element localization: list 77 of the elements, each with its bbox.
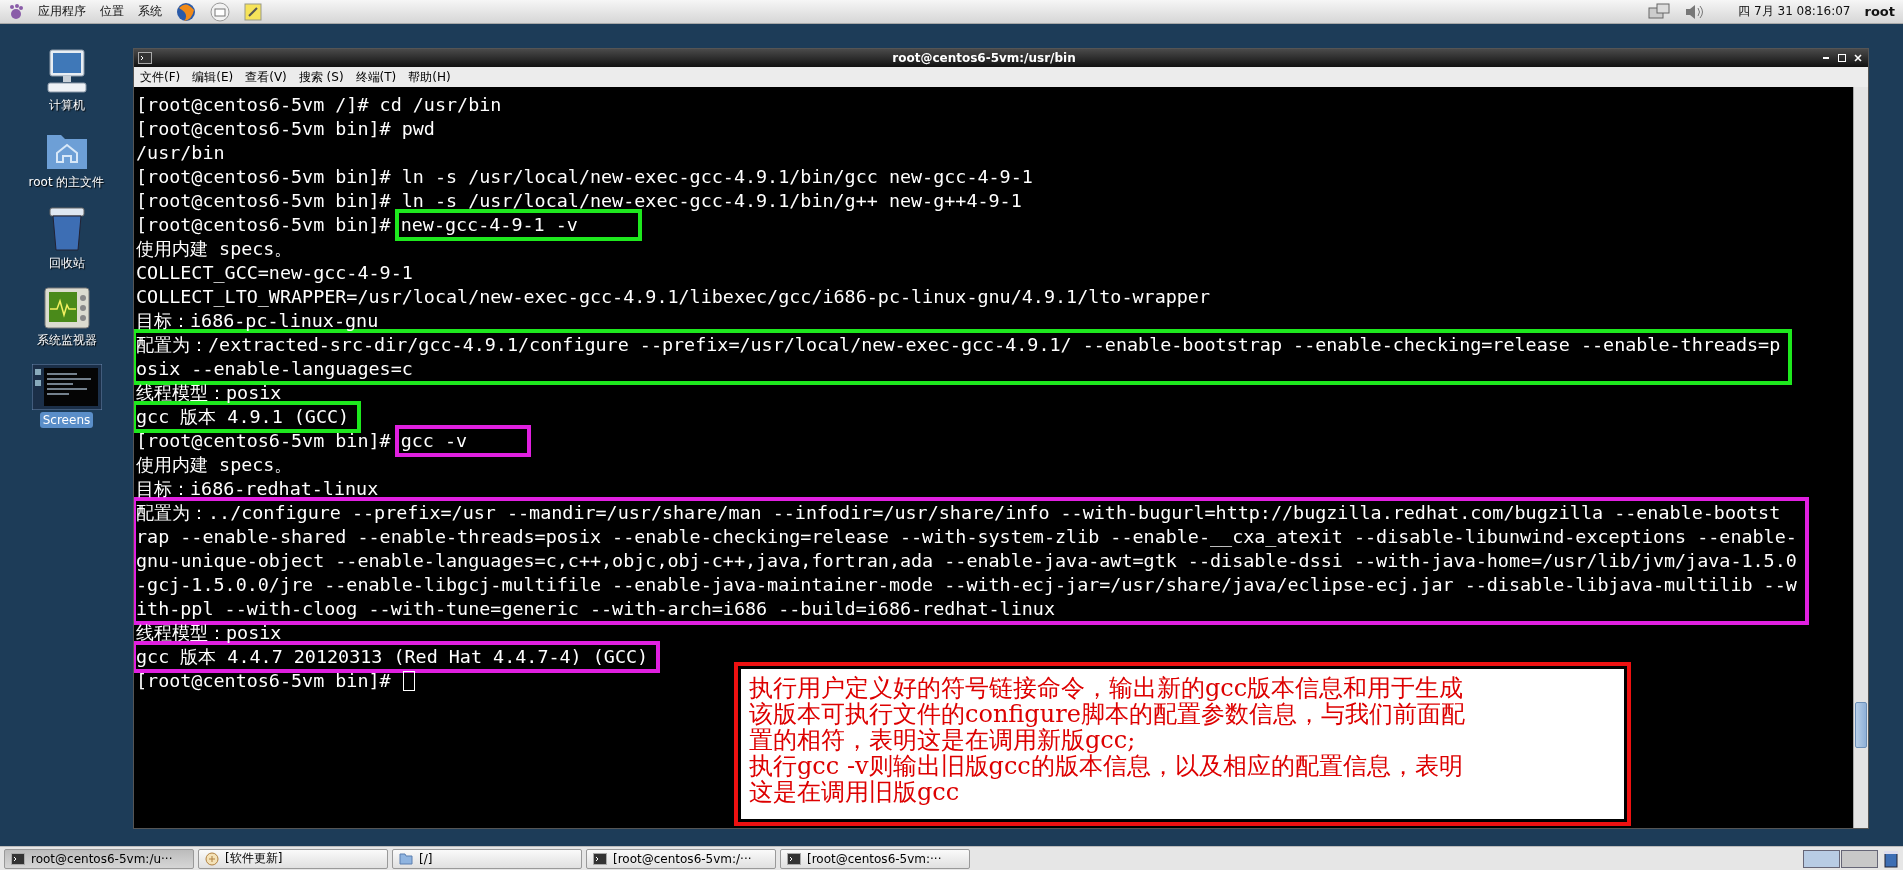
terminal-line: 目标：i686-redhat-linux: [136, 477, 380, 501]
annotation-text: 该版本可执行文件的configure脚本的配置参数信息，与我们前面配: [749, 701, 1466, 727]
terminal-line: osix --enable-languages=c: [136, 357, 414, 381]
terminal-icon: [11, 852, 25, 865]
terminal-line: -gcj-1.5.0.0/jre --enable-libgcj-multifile --enable-java-maintainer-mode --with-ecj-jar=/usr/share/java/eclipse-ecj.jar --disable-libjava-multilib --w: [136, 573, 1797, 597]
close-icon: [1853, 53, 1863, 63]
menu-item[interactable]: 帮助(H): [408, 68, 451, 86]
minimize-icon: [1823, 57, 1829, 59]
system-monitor-icon[interactable]: [43, 287, 90, 329]
menu-item[interactable]: 编辑(E): [192, 68, 234, 86]
folder-icon: [399, 852, 413, 865]
menu-item[interactable]: 文件(F): [140, 68, 181, 86]
terminal-line: gcc 版本 4.9.1 (GCC): [136, 405, 350, 429]
terminal-line: rap --enable-shared --enable-threads=posix --enable-checking=release --with-system-zlib --enable-__cxa_atexit --disable-libunwind-exceptions --enable-: [136, 525, 1797, 549]
window-icon: [138, 52, 152, 64]
terminal-icon: [787, 852, 801, 865]
taskbar-button[interactable]: [root@centos6-5vm:/···: [586, 848, 776, 869]
prompt-text: [root@centos6-5vm bin]#: [136, 213, 391, 237]
taskbar-button[interactable]: [/]: [392, 848, 582, 869]
desktop-icon-label[interactable]: 回收站: [45, 254, 88, 273]
menu-item[interactable]: 搜索 (S): [298, 68, 344, 86]
mail-icon[interactable]: [210, 1, 230, 22]
terminal-line: 配置为：/extracted-src-dir/gcc-4.9.1/configure --prefix=/usr/local/new-exec-gcc-4.9.1/ --enable-bootstrap --enable-checking=release --enable-threads=p: [136, 333, 1781, 357]
terminal-line: [root@centos6-5vm bin]# pwd: [136, 117, 436, 141]
command-text: new-gcc-4-9-1 -v: [400, 213, 578, 237]
notes-icon[interactable]: [244, 2, 262, 21]
prompt-text: [root@centos6-5vm bin]#: [136, 669, 391, 693]
terminal-line: /usr/bin: [136, 141, 226, 165]
workspace-switcher-icon[interactable]: [1803, 849, 1879, 868]
taskbar-button[interactable]: [软件更新]: [198, 848, 388, 869]
panel-menu[interactable]: 位置: [100, 3, 124, 20]
foot-icon[interactable]: [8, 3, 24, 20]
scrollbar[interactable]: [1853, 87, 1868, 828]
panel-menu[interactable]: 系统: [138, 3, 162, 20]
annotation-text: 执行用户定义好的符号链接命令，输出新的gcc版本信息和用于生成: [749, 675, 1465, 701]
volume-icon[interactable]: [1684, 2, 1705, 21]
panel-menu[interactable]: 应用程序: [38, 3, 86, 20]
browser-icon[interactable]: [176, 1, 196, 22]
close-button[interactable]: [1852, 52, 1864, 64]
command-text: gcc -v: [400, 429, 468, 453]
network-icon[interactable]: [1648, 2, 1671, 21]
annotation-text: 这是在调用旧版gcc: [749, 779, 961, 805]
user-name[interactable]: root: [1864, 4, 1895, 19]
terminal-line: 目标：i686-pc-linux-gnu: [136, 309, 380, 333]
trash-icon[interactable]: [46, 206, 87, 252]
update-icon: [205, 851, 219, 866]
terminal-line: [root@centos6-5vm bin]# ln -s /usr/local/new-exec-gcc-4.9.1/bin/gcc new-gcc-4-9-1: [136, 165, 1034, 189]
terminal-line: 使用内建 specs。: [136, 237, 294, 261]
terminal-line: COLLECT_GCC=new-gcc-4-9-1: [136, 261, 414, 285]
annotation-text: 置的相符，表明这是在调用新版gcc;: [749, 727, 1137, 753]
scrollbar-thumb[interactable]: [1855, 702, 1867, 748]
maximize-button[interactable]: [1836, 52, 1848, 64]
annotation-text: 执行gcc -v则输出旧版gcc的版本信息，以及相应的配置信息，表明: [749, 753, 1464, 779]
menu-item[interactable]: 查看(V): [245, 68, 287, 86]
terminal-line: [root@centos6-5vm bin]# ln -s /usr/local/new-exec-gcc-4.9.1/bin/g++ new-g++4-9-1: [136, 189, 1023, 213]
clock[interactable]: 四 7月 31 08:16:07: [1738, 3, 1851, 20]
taskbar-button[interactable]: [root@centos6-5vm:···: [780, 848, 970, 869]
terminal-line: 线程模型：posix: [136, 381, 283, 405]
screenshot-thumbnail-icon[interactable]: [31, 364, 102, 410]
terminal-line: ith-ppl --with-cloog --with-tune=generic --with-arch=i686 --build=i686-redhat-linux: [136, 597, 1056, 621]
terminal-line: [root@centos6-5vm /]# cd /usr/bin: [136, 93, 503, 117]
terminal-line: 使用内建 specs。: [136, 453, 294, 477]
terminal-line: 线程模型：posix: [136, 621, 283, 645]
window-title: root@centos6-5vm:/usr/bin: [891, 51, 1077, 65]
desktop-icon-label[interactable]: 系统监视器: [33, 331, 100, 350]
desktop-icon-label[interactable]: root 的主文件: [25, 173, 108, 192]
terminal-icon: [593, 852, 607, 865]
terminal-line: COLLECT_LTO_WRAPPER=/usr/local/new-exec-gcc-4.9.1/libexec/gcc/i686-pc-linux-gnu/4.9.1/lto-wrapper: [136, 285, 1211, 309]
trash-icon[interactable]: [1883, 849, 1899, 868]
terminal-line: gnu-unique-object --enable-languages=c,c++,objc,obj-c++,java,fortran,ada --enable-java-awt=gtk --disable-dssi --with-java-home=/usr/lib/jvm/java-1.5.0: [136, 549, 1797, 573]
maximize-icon: [1837, 53, 1847, 63]
terminal-line: gcc 版本 4.4.7 20120313 (Red Hat 4.4.7-4) (GCC): [136, 645, 649, 669]
taskbar-button[interactable]: root@centos6-5vm:/u···: [4, 848, 194, 869]
menu-item[interactable]: 终端(T): [355, 68, 397, 86]
desktop-icon-label[interactable]: 计算机: [45, 96, 88, 115]
prompt-text: [root@centos6-5vm bin]#: [136, 429, 391, 453]
terminal-line: 配置为：../configure --prefix=/usr --mandir=/usr/share/man --infodir=/usr/share/info --with-bugurl=http://bugzilla.redhat.com/bugzilla --enable-bootst: [136, 501, 1782, 525]
